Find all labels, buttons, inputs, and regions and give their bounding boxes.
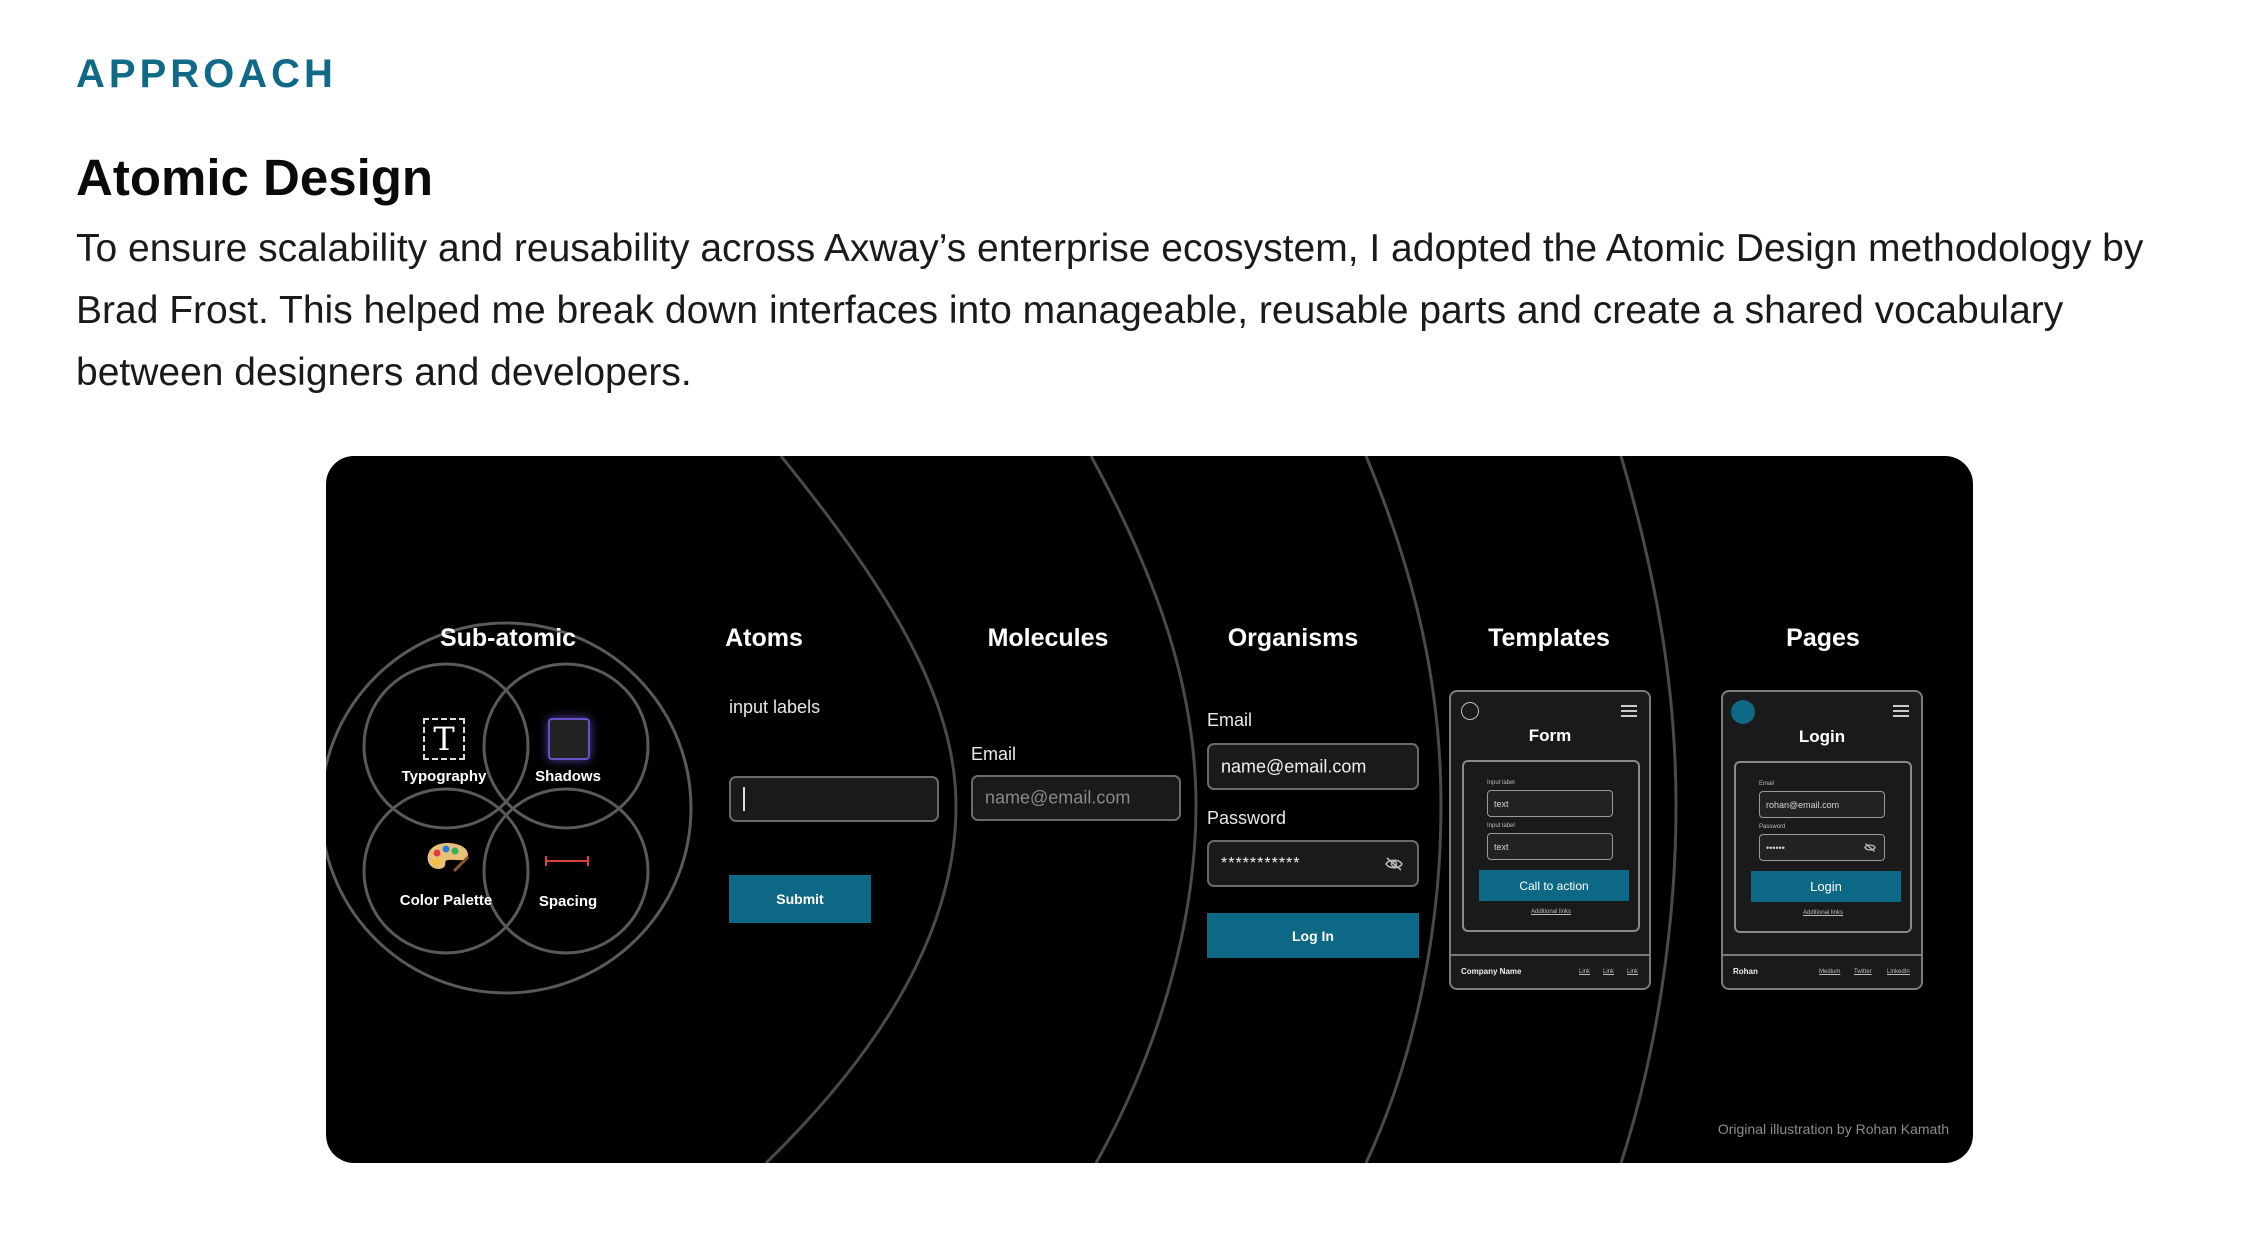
template-field-1[interactable]: text: [1487, 790, 1613, 817]
atomic-design-illustration: Sub-atomic Atoms Molecules Organisms Tem…: [326, 456, 1973, 1163]
eyebrow-label: APPROACH: [76, 52, 337, 96]
page-label-email: Email: [1759, 781, 1775, 787]
text-cursor: [743, 787, 745, 811]
typography-icon: T: [423, 718, 465, 760]
page-eye-off-icon[interactable]: [1864, 843, 1876, 852]
template-footer-link-2[interactable]: Link: [1603, 969, 1614, 975]
page-footer-name: Rohan: [1733, 967, 1758, 976]
template-field-1-text: text: [1494, 798, 1509, 809]
illustration-credit: Original illustration by Rohan Kamath: [1717, 1121, 1949, 1137]
template-phone: Form Input label text Input label text C…: [1449, 690, 1651, 990]
submit-button[interactable]: Submit: [729, 875, 871, 923]
color-palette-label: Color Palette: [399, 892, 493, 909]
page-footer-link-linkedin[interactable]: LinkedIn: [1887, 969, 1910, 975]
page-menu-icon[interactable]: [1893, 705, 1909, 717]
template-form-heading: Form: [1528, 726, 1572, 745]
page-login-card: Email rohan@email.com Password •••••• Lo…: [1734, 761, 1912, 933]
page-avatar-icon: [1731, 700, 1755, 724]
template-field-2[interactable]: text: [1487, 833, 1613, 860]
organism-email-input[interactable]: name@email.com: [1207, 743, 1419, 790]
page-login-button[interactable]: Login: [1751, 871, 1901, 902]
template-footer: Company Name Link Link Link: [1451, 954, 1649, 988]
organism-password-label: Password: [1207, 808, 1287, 828]
template-label-1: Input label: [1487, 780, 1515, 786]
template-label-2: Input label: [1487, 823, 1515, 829]
palette-icon: [424, 841, 470, 875]
template-footer-link-1[interactable]: Link: [1579, 969, 1590, 975]
template-field-2-text: text: [1494, 841, 1509, 852]
atom-text-field[interactable]: [729, 776, 939, 822]
template-cta-button[interactable]: Call to action: [1479, 870, 1629, 901]
heading-pages: Pages: [1786, 624, 1860, 652]
page-email-text: rohan@email.com: [1766, 799, 1840, 810]
organism-password-input[interactable]: ***********: [1207, 840, 1419, 887]
page-login-heading: Login: [1798, 727, 1846, 746]
template-menu-icon[interactable]: [1621, 705, 1637, 717]
page-footer: Rohan Medium Twitter LinkedIn: [1723, 954, 1921, 988]
page-footer-link-medium[interactable]: Medium: [1819, 969, 1840, 975]
template-footer-link-3[interactable]: Link: [1627, 969, 1638, 975]
shadow-box-icon: [548, 718, 590, 760]
input-labels-text: input labels: [729, 697, 821, 717]
page-password-field[interactable]: ••••••: [1759, 834, 1885, 861]
heading-templates: Templates: [1488, 624, 1610, 652]
page-label-password: Password: [1759, 824, 1786, 830]
template-form-card: Input label text Input label text Call t…: [1462, 760, 1640, 932]
organism-email-label: Email: [1207, 710, 1253, 730]
spacing-icon: [544, 854, 590, 866]
shadows-label: Shadows: [535, 768, 601, 785]
heading-organisms: Organisms: [1227, 624, 1359, 652]
eye-off-icon[interactable]: [1385, 857, 1403, 871]
heading-atoms: Atoms: [725, 624, 803, 652]
intro-paragraph: To ensure scalability and reusability ac…: [76, 227, 2144, 394]
organism-password-value: ***********: [1221, 854, 1301, 872]
spacing-label: Spacing: [538, 893, 598, 910]
typography-label: Typography: [401, 768, 487, 785]
template-additional-links[interactable]: Additional links: [1464, 909, 1638, 915]
molecule-email-placeholder: name@email.com: [985, 787, 1131, 808]
page-title: Atomic Design: [76, 149, 434, 206]
heading-molecules: Molecules: [987, 624, 1109, 652]
template-avatar-icon: [1461, 702, 1479, 720]
page-additional-links[interactable]: Additional links: [1736, 910, 1910, 916]
organism-email-value: name@email.com: [1221, 756, 1367, 776]
molecule-email-input[interactable]: name@email.com: [971, 775, 1181, 821]
page-footer-link-twitter[interactable]: Twitter: [1854, 969, 1872, 975]
login-button[interactable]: Log In: [1207, 913, 1419, 958]
heading-subatomic: Sub-atomic: [439, 624, 577, 652]
page-email-field[interactable]: rohan@email.com: [1759, 791, 1885, 818]
template-company-name: Company Name: [1461, 967, 1522, 976]
molecule-email-label: Email: [971, 744, 1017, 764]
page-password-text: ••••••: [1766, 842, 1785, 853]
page-phone: Login Email rohan@email.com Password •••…: [1721, 690, 1923, 990]
typography-glyph: T: [433, 720, 455, 758]
